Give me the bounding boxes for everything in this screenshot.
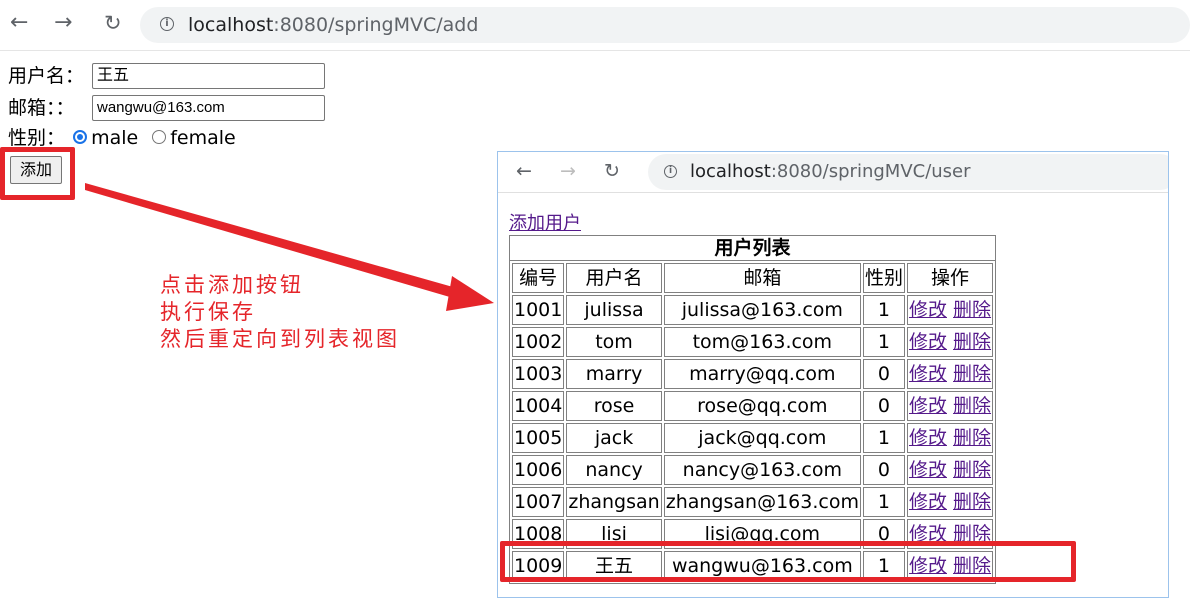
header-actions: 操作 bbox=[906, 263, 994, 293]
cell-actions: 修改 删除 bbox=[906, 455, 994, 485]
table-row: 1004 rose rose@qq.com 0 修改 删除 bbox=[512, 391, 994, 421]
cell-actions: 修改 删除 bbox=[906, 359, 994, 389]
delete-link[interactable]: 删除 bbox=[953, 427, 991, 449]
cell-id: 1003 bbox=[512, 359, 565, 389]
cell-gender: 0 bbox=[862, 391, 905, 421]
cell-username: julissa bbox=[566, 295, 662, 325]
table-body: 1001 julissa julissa@163.com 1 修改 删除 1002 tom t… bbox=[512, 295, 994, 581]
table-caption: 用户列表 bbox=[509, 235, 997, 260]
inner-address-url: localhost:8080/springMVC/user bbox=[690, 161, 971, 182]
edit-link[interactable]: 修改 bbox=[909, 395, 947, 417]
cell-email: rose@qq.com bbox=[663, 391, 861, 421]
info-icon[interactable]: i bbox=[664, 165, 677, 178]
header-gender: 性别 bbox=[862, 263, 905, 293]
cell-id: 1001 bbox=[512, 295, 565, 325]
user-list-screenshot: ← → ↻ i localhost:8080/springMVC/user 添加… bbox=[497, 151, 1169, 598]
header-id: 编号 bbox=[512, 263, 565, 293]
annotation-line: 执行保存 bbox=[160, 300, 256, 324]
edit-link[interactable]: 修改 bbox=[909, 363, 947, 385]
cell-gender: 1 bbox=[862, 423, 905, 453]
header-username: 用户名 bbox=[566, 263, 662, 293]
cell-id: 1007 bbox=[512, 487, 565, 517]
cell-email: marry@qq.com bbox=[663, 359, 861, 389]
reload-icon[interactable]: ↻ bbox=[604, 156, 620, 186]
cell-id: 1002 bbox=[512, 327, 565, 357]
annotation-text: 点击添加按钮 执行保存 然后重定向到列表视图 bbox=[160, 272, 400, 353]
delete-link[interactable]: 删除 bbox=[953, 331, 991, 353]
cell-gender: 1 bbox=[862, 487, 905, 517]
cell-id: 1006 bbox=[512, 455, 565, 485]
table-row: 1003 marry marry@qq.com 0 修改 删除 bbox=[512, 359, 994, 389]
edit-link[interactable]: 修改 bbox=[909, 299, 947, 321]
table-header-row: 编号 用户名 邮箱 性别 操作 bbox=[512, 263, 994, 293]
inner-browser-toolbar: ← → ↻ i localhost:8080/springMVC/user bbox=[498, 152, 1168, 192]
cell-username: marry bbox=[566, 359, 662, 389]
cell-username: nancy bbox=[566, 455, 662, 485]
cell-username: tom bbox=[566, 327, 662, 357]
table-row: 1005 jack jack@qq.com 1 修改 删除 bbox=[512, 423, 994, 453]
cell-actions: 修改 删除 bbox=[906, 327, 994, 357]
cell-email: tom@163.com bbox=[663, 327, 861, 357]
delete-link[interactable]: 删除 bbox=[953, 459, 991, 481]
cell-id: 1004 bbox=[512, 391, 565, 421]
edit-link[interactable]: 修改 bbox=[909, 331, 947, 353]
cell-username: jack bbox=[566, 423, 662, 453]
cell-gender: 1 bbox=[862, 295, 905, 325]
delete-link[interactable]: 删除 bbox=[953, 491, 991, 513]
forward-arrow-icon[interactable]: → bbox=[560, 156, 576, 186]
delete-link[interactable]: 删除 bbox=[953, 299, 991, 321]
annotation-line: 然后重定向到列表视图 bbox=[160, 327, 400, 351]
table-row: 1007 zhangsan zhangsan@163.com 1 修改 删除 bbox=[512, 487, 994, 517]
annotation-line: 点击添加按钮 bbox=[160, 273, 304, 297]
cell-email: nancy@163.com bbox=[663, 455, 861, 485]
table-row: 1006 nancy nancy@163.com 0 修改 删除 bbox=[512, 455, 994, 485]
edit-link[interactable]: 修改 bbox=[909, 491, 947, 513]
delete-link[interactable]: 删除 bbox=[953, 395, 991, 417]
cell-email: zhangsan@163.com bbox=[663, 487, 861, 517]
cell-actions: 修改 删除 bbox=[906, 391, 994, 421]
inner-address-bar[interactable]: i localhost:8080/springMVC/user bbox=[648, 154, 1168, 190]
toolbar-divider bbox=[498, 192, 1168, 193]
header-email: 邮箱 bbox=[663, 263, 861, 293]
edit-link[interactable]: 修改 bbox=[909, 459, 947, 481]
table-row: 1001 julissa julissa@163.com 1 修改 删除 bbox=[512, 295, 994, 325]
add-user-link[interactable]: 添加用户 bbox=[509, 209, 581, 235]
user-table: 用户列表 编号 用户名 邮箱 性别 操作 1001 julissa julissa@… bbox=[509, 235, 997, 584]
cell-actions: 修改 删除 bbox=[906, 487, 994, 517]
new-row-highlight-box bbox=[500, 541, 1076, 582]
cell-id: 1005 bbox=[512, 423, 565, 453]
cell-gender: 1 bbox=[862, 327, 905, 357]
table-row: 1002 tom tom@163.com 1 修改 删除 bbox=[512, 327, 994, 357]
cell-username: zhangsan bbox=[566, 487, 662, 517]
cell-email: jack@qq.com bbox=[663, 423, 861, 453]
cell-actions: 修改 删除 bbox=[906, 423, 994, 453]
edit-link[interactable]: 修改 bbox=[909, 427, 947, 449]
cell-actions: 修改 删除 bbox=[906, 295, 994, 325]
cell-email: julissa@163.com bbox=[663, 295, 861, 325]
back-arrow-icon[interactable]: ← bbox=[516, 156, 532, 186]
cell-username: rose bbox=[566, 391, 662, 421]
cell-gender: 0 bbox=[862, 455, 905, 485]
cell-gender: 0 bbox=[862, 359, 905, 389]
delete-link[interactable]: 删除 bbox=[953, 363, 991, 385]
